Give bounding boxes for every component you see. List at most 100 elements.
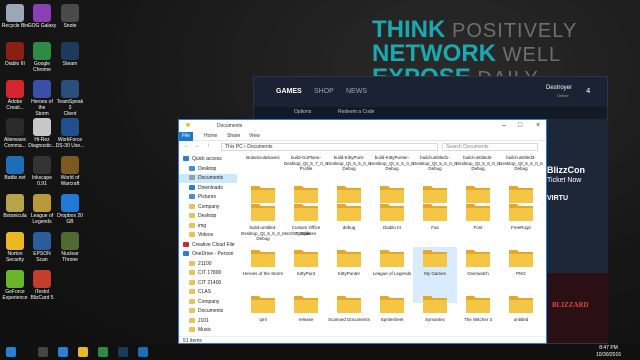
wallpaper-word: POSITIVELY (452, 20, 578, 42)
desktop-shortcut[interactable]: Inkscape 0.91 (27, 156, 57, 194)
options-menu[interactable]: Options (294, 109, 311, 115)
file-item[interactable]: Scanned Documents (327, 293, 371, 336)
desktop-shortcut[interactable]: GeForce Experience (0, 270, 30, 308)
folder-icon (251, 296, 275, 313)
file-item-name: Fax (431, 225, 439, 230)
explorer-icon[interactable] (78, 347, 88, 357)
maximize-button[interactable]: □ (515, 121, 525, 131)
nav-item[interactable]: Creative Cloud File (179, 241, 237, 250)
clock[interactable]: 8:47 PM 10/30/2016 (596, 345, 621, 359)
search-icon[interactable] (38, 347, 48, 357)
desktop-shortcut[interactable]: Recycle Bin (0, 4, 30, 42)
nav-item[interactable]: Company (179, 203, 237, 212)
tab-share[interactable]: Share (227, 133, 240, 139)
desktop-shortcut[interactable]: Norton Security (0, 232, 30, 270)
desktop-shortcut[interactable]: Alienware Comma... (0, 118, 30, 156)
world-of-warcraft-icon (61, 156, 79, 174)
desktop-shortcut[interactable]: Battle.net (0, 156, 30, 194)
file-item[interactable]: untitled (499, 293, 543, 336)
nav-item[interactable]: Pictures (179, 193, 237, 202)
chrome-icon (33, 42, 51, 60)
nav-item[interactable]: Documents (179, 307, 237, 316)
nav-item[interactable]: Desktop (179, 212, 237, 221)
desktop-shortcut[interactable]: iTestol BlizCard 5 (27, 270, 57, 308)
edge-icon[interactable] (58, 347, 68, 357)
search-input[interactable]: Search Documents (442, 143, 538, 151)
back-arrow-icon[interactable]: ← (184, 143, 190, 149)
title-bar[interactable]: ■ Documents – □ × (179, 120, 546, 132)
desktop-shortcut[interactable]: Hi-Rez Diagnostic... (27, 118, 57, 156)
desktop-shortcut[interactable]: Nuclear Throne (55, 232, 85, 270)
nav-item[interactable]: J101 (179, 317, 237, 326)
desktop-shortcut[interactable]: Snote (55, 4, 85, 42)
promo-text: BLIZZARD (552, 301, 589, 309)
friends-count[interactable]: 4 (586, 87, 590, 95)
redeem-code-link[interactable]: Redeem a Code (338, 109, 374, 115)
folder-icon (189, 308, 195, 314)
tab-file[interactable]: File (179, 132, 193, 141)
desktop-shortcut[interactable]: League of Legends (27, 194, 57, 232)
nav-item[interactable]: Music (179, 326, 237, 335)
folder-icon (466, 296, 490, 313)
folder-icon (423, 250, 447, 267)
nav-item[interactable]: Downloads (179, 184, 237, 193)
file-item[interactable]: The Witcher 3 (456, 293, 500, 336)
nav-item[interactable]: Desktop (179, 165, 237, 174)
nav-item-label: Documents (198, 308, 224, 314)
nav-item[interactable]: 21100 (179, 260, 237, 269)
nav-item[interactable]: img (179, 222, 237, 231)
desktop-shortcut[interactable]: Google Chrome (27, 42, 57, 80)
tab-home[interactable]: Home (204, 133, 217, 139)
desktop-shortcut[interactable]: GOG Galaxy (27, 4, 57, 42)
tab-news[interactable]: NEWS (346, 88, 367, 95)
tab-view[interactable]: View (249, 133, 260, 139)
desktop-shortcut[interactable]: Adobe Creati... (0, 80, 30, 118)
nav-item[interactable]: CIT 17800 (179, 269, 237, 278)
up-arrow-icon[interactable]: ↑ (207, 143, 210, 149)
file-item[interactable]: Spritesheet (370, 293, 414, 336)
folder-icon (509, 250, 533, 267)
minimize-button[interactable]: – (499, 121, 509, 131)
chrome-icon[interactable] (98, 347, 108, 357)
file-item[interactable]: qml (241, 293, 285, 336)
file-item-name: The Witcher 3 (463, 317, 492, 322)
tab-games[interactable]: GAMES (276, 88, 302, 95)
username[interactable]: Destroyer (546, 85, 572, 91)
nav-item[interactable]: OneDrive - Person (179, 250, 237, 259)
desktop-shortcut[interactable]: Steam (55, 42, 85, 80)
desktop-shortcut[interactable]: TeamSpeak 3 Client (55, 80, 85, 118)
file-item[interactable]: release (284, 293, 328, 336)
desktop-shortcut[interactable]: World of Warcraft (55, 156, 85, 194)
desktop-shortcut[interactable]: Botanicula (0, 194, 30, 232)
tab-shop[interactable]: SHOP (314, 88, 334, 95)
battlenet-icon[interactable] (138, 347, 148, 357)
steam-icon[interactable] (118, 347, 128, 357)
desktop-shortcut-label: Inkscape 0.91 (31, 175, 52, 187)
nav-item[interactable]: CLAS (179, 288, 237, 297)
desktop-shortcut-label: World of Warcraft (60, 175, 80, 187)
file-item-name: Scanned Documents (328, 317, 370, 322)
file-item[interactable]: Symantec (413, 293, 457, 336)
forward-arrow-icon[interactable]: → (194, 143, 200, 149)
desktop-shortcut[interactable]: Diablo III (0, 42, 30, 80)
nav-item[interactable]: CIT 21400 (179, 279, 237, 288)
file-item-name: League of Legends (372, 271, 412, 276)
snote-icon (61, 4, 79, 22)
desktop-shortcut[interactable]: Heroes of the Storm (27, 80, 57, 118)
desktop-shortcut[interactable]: Dropbox 20 GB (55, 194, 85, 232)
nav-item[interactable]: Documents (179, 174, 237, 183)
close-button[interactable]: × (533, 121, 543, 131)
clock-time: 8:47 PM (599, 345, 618, 351)
address-bar[interactable]: This PC › Documents (221, 143, 438, 151)
file-item-name: build-untitled1-Desktop_Qt_5_6_0_MinGW_3… (413, 155, 457, 171)
gog-galaxy-icon (33, 4, 51, 22)
desktop-shortcut-label: GOG Galaxy (27, 23, 57, 29)
nav-item[interactable]: Videos (179, 231, 237, 240)
desktop-shortcut[interactable]: EPSON Scan (27, 232, 57, 270)
file-explorer-window[interactable]: ■ Documents – □ × File Home Share View ←… (178, 119, 547, 344)
desktop-shortcut[interactable]: WorkForce DS-30 Use... (55, 118, 85, 156)
nav-item[interactable]: Company (179, 298, 237, 307)
botanicula-icon (6, 194, 24, 212)
start-button[interactable] (6, 347, 16, 357)
nav-item[interactable]: Quick access (179, 155, 237, 164)
